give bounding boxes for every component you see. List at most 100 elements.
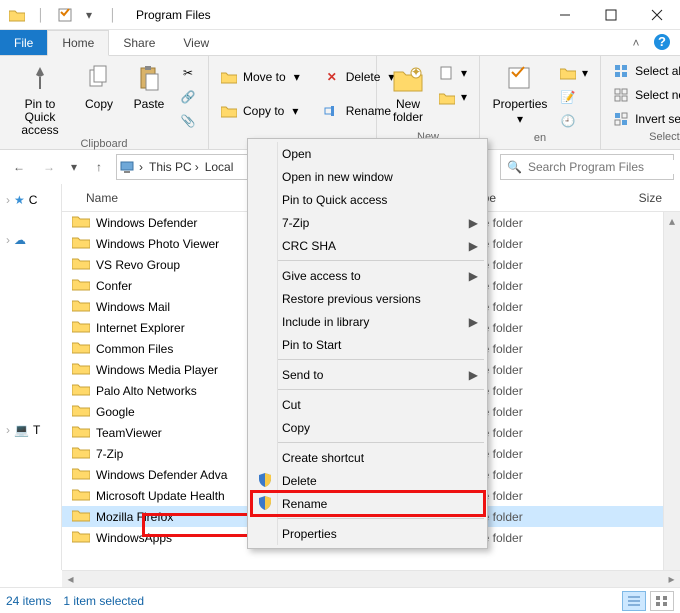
copy-to-button[interactable]: Copy to▾ bbox=[217, 100, 304, 122]
forward-button[interactable]: → bbox=[36, 154, 62, 180]
menu-item[interactable]: 7-Zip▶ bbox=[252, 211, 484, 234]
file-name: 7-Zip bbox=[96, 447, 123, 461]
properties-icon[interactable] bbox=[56, 4, 74, 26]
shield-icon bbox=[256, 494, 274, 512]
chevron-right-icon: › bbox=[6, 193, 10, 207]
menu-item[interactable]: Copy bbox=[252, 416, 484, 439]
new-folder-button[interactable]: ✦ New folder bbox=[385, 60, 431, 124]
menu-item[interactable]: Cut bbox=[252, 393, 484, 416]
tab-view[interactable]: View bbox=[169, 30, 223, 55]
folder-copy-icon bbox=[221, 104, 237, 118]
title-bar: │ ▾ │ Program Files bbox=[0, 0, 680, 30]
up-button[interactable]: ↑ bbox=[86, 154, 112, 180]
address-bar[interactable]: › This PC › Local bbox=[116, 154, 248, 180]
nav-tree[interactable]: ›★C ›☁ ›💻T bbox=[0, 184, 62, 570]
chevron-right-icon: › bbox=[6, 423, 10, 437]
menu-label: Rename bbox=[282, 497, 327, 511]
menu-separator bbox=[278, 260, 484, 261]
menu-item[interactable]: Rename bbox=[252, 492, 484, 515]
properties-button[interactable]: Properties▾ bbox=[488, 60, 552, 126]
scroll-up-icon[interactable]: ▴ bbox=[664, 212, 680, 229]
folder-icon bbox=[72, 298, 90, 315]
menu-item[interactable]: CRC SHA▶ bbox=[252, 234, 484, 257]
select-none-button[interactable]: Select none bbox=[609, 84, 680, 106]
scroll-right-icon[interactable]: ▸ bbox=[663, 571, 680, 587]
large-icons-view-button[interactable] bbox=[650, 591, 674, 611]
horizontal-scrollbar[interactable]: ◂ ▸ bbox=[62, 570, 680, 587]
select-all-button[interactable]: Select all bbox=[609, 60, 680, 82]
tab-share[interactable]: Share bbox=[109, 30, 169, 55]
folder-icon bbox=[72, 445, 90, 462]
menu-item[interactable]: Send to▶ bbox=[252, 363, 484, 386]
search-input[interactable] bbox=[528, 160, 680, 174]
tree-quick-access[interactable]: ›★C bbox=[2, 190, 59, 210]
copy-button[interactable]: Copy bbox=[76, 60, 122, 111]
close-button[interactable] bbox=[634, 0, 680, 30]
tab-home[interactable]: Home bbox=[47, 30, 109, 56]
search-box[interactable]: 🔍 bbox=[500, 154, 674, 180]
svg-text:✦: ✦ bbox=[411, 65, 421, 79]
open-button[interactable]: ▾ bbox=[556, 62, 592, 84]
invert-selection-button[interactable]: Invert selection bbox=[609, 108, 680, 130]
menu-label: 7-Zip bbox=[282, 216, 309, 230]
tab-file[interactable]: File bbox=[0, 30, 47, 55]
menu-item[interactable]: Pin to Start bbox=[252, 333, 484, 356]
menu-item[interactable]: Open in new window bbox=[252, 165, 484, 188]
file-name: Common Files bbox=[96, 342, 173, 356]
menu-label: Properties bbox=[282, 527, 337, 541]
minimize-button[interactable] bbox=[542, 0, 588, 30]
history-button[interactable]: 🕘 bbox=[556, 110, 592, 132]
menu-item[interactable]: Open bbox=[252, 142, 484, 165]
edit-button[interactable]: 📝 bbox=[556, 86, 592, 108]
new-item-button[interactable]: ▾ bbox=[435, 62, 471, 84]
group-organize: Move to▾ Copy to▾ ✕Delete▾ Rename bbox=[209, 56, 377, 149]
copy-path-button[interactable]: 🔗 bbox=[176, 86, 200, 108]
select-none-icon bbox=[613, 88, 629, 102]
pin-to-quick-access-button[interactable]: Pin to Quick access bbox=[8, 60, 72, 138]
qat-dropdown-icon[interactable]: ▾ bbox=[80, 4, 98, 26]
details-view-button[interactable] bbox=[622, 591, 646, 611]
scroll-left-icon[interactable]: ◂ bbox=[62, 571, 79, 587]
file-name: WindowsApps bbox=[96, 531, 172, 545]
menu-separator bbox=[278, 389, 484, 390]
path-icon: 🔗 bbox=[180, 90, 196, 104]
menu-item[interactable]: Restore previous versions bbox=[252, 287, 484, 310]
cloud-icon: ☁ bbox=[14, 233, 26, 247]
crumb-pc[interactable]: › bbox=[117, 160, 146, 174]
group-select: Select all Select none Invert selection … bbox=[601, 56, 680, 149]
folder-icon bbox=[72, 235, 90, 252]
menu-label: Cut bbox=[282, 398, 301, 412]
file-name: Windows Mail bbox=[96, 300, 170, 314]
col-size[interactable]: Size bbox=[578, 191, 680, 205]
paste-shortcut-button[interactable]: 📎 bbox=[176, 110, 200, 132]
menu-item[interactable]: Properties bbox=[252, 522, 484, 545]
ribbon: Pin to Quick access Copy Paste ✂ 🔗 📎 Cli… bbox=[0, 56, 680, 150]
crumb-drive[interactable]: Local bbox=[202, 160, 237, 174]
menu-item[interactable]: Delete bbox=[252, 469, 484, 492]
maximize-button[interactable] bbox=[588, 0, 634, 30]
menu-item[interactable]: Include in library▶ bbox=[252, 310, 484, 333]
tree-this-pc[interactable]: ›💻T bbox=[2, 420, 59, 440]
shortcut-icon: 📎 bbox=[180, 114, 196, 128]
file-name: Google bbox=[96, 405, 135, 419]
easy-access-button[interactable]: ▾ bbox=[435, 86, 471, 108]
help-icon[interactable]: ? bbox=[650, 30, 674, 54]
tree-onedrive[interactable]: ›☁ bbox=[2, 230, 59, 250]
file-name: Internet Explorer bbox=[96, 321, 185, 335]
back-button[interactable]: ← bbox=[6, 154, 32, 180]
menu-item[interactable]: Give access to▶ bbox=[252, 264, 484, 287]
crumb-this-pc[interactable]: This PC › bbox=[146, 160, 202, 174]
move-to-button[interactable]: Move to▾ bbox=[217, 66, 304, 88]
paste-button[interactable]: Paste bbox=[126, 60, 172, 111]
menu-item[interactable]: Pin to Quick access bbox=[252, 188, 484, 211]
cut-button[interactable]: ✂ bbox=[176, 62, 200, 84]
menu-label: Open in new window bbox=[282, 170, 393, 184]
vertical-scrollbar[interactable]: ▴ bbox=[663, 212, 680, 570]
menu-item[interactable]: Create shortcut bbox=[252, 446, 484, 469]
status-bar: 24 items 1 item selected bbox=[0, 587, 680, 613]
recent-locations-button[interactable]: ▾ bbox=[66, 154, 82, 180]
folder-move-icon bbox=[221, 70, 237, 84]
file-name: Mozilla Firefox bbox=[96, 510, 173, 524]
star-icon: ★ bbox=[14, 193, 25, 207]
collapse-ribbon-icon[interactable]: ˄ bbox=[622, 30, 650, 55]
